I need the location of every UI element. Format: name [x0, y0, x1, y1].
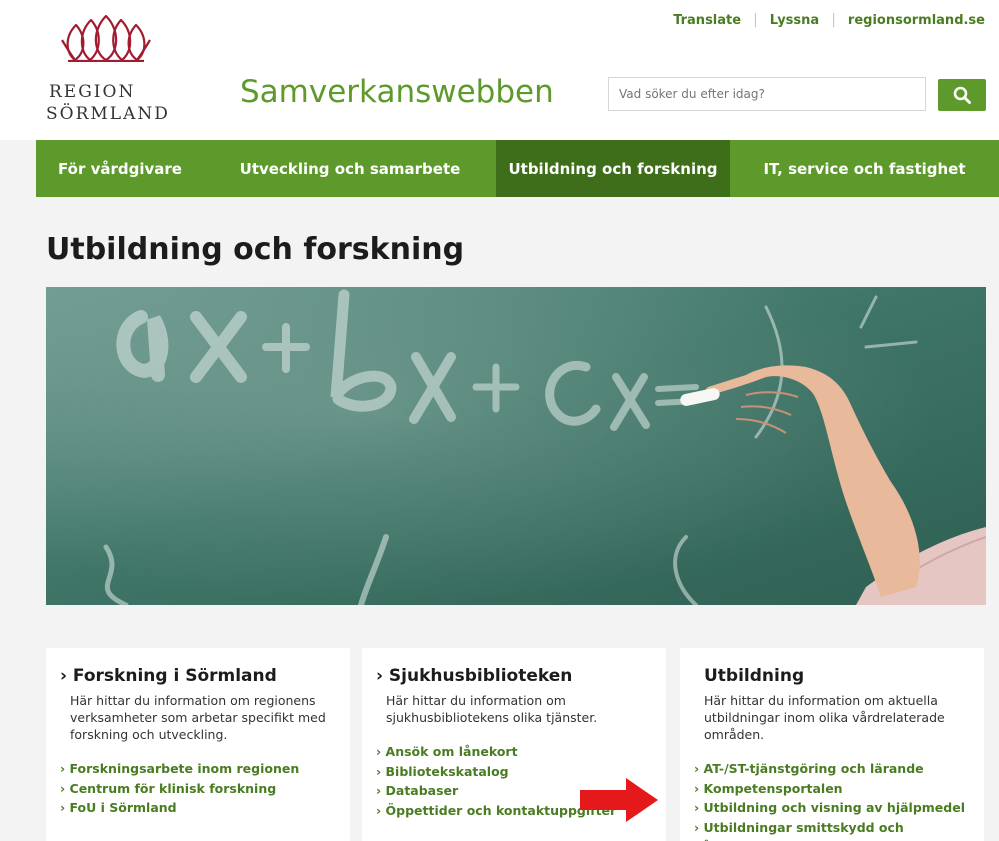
nav-item-utbildning-och-forskning[interactable]: Utbildning och forskning: [496, 140, 730, 197]
card-link[interactable]: Ansök om lånekort: [376, 742, 652, 762]
listen-link[interactable]: Lyssna: [770, 13, 819, 28]
card-link-list: Forskningsarbete inom regionen Centrum f…: [60, 759, 336, 818]
card-link[interactable]: Centrum för klinisk forskning: [60, 779, 336, 799]
card-title[interactable]: › Forskning i Sörmland: [60, 666, 336, 686]
main-navigation: För vårdgivare Utveckling och samarbete …: [36, 140, 999, 197]
regionsormland-link[interactable]: regionsormland.se: [848, 13, 985, 28]
card-forskning: › Forskning i Sörmland Här hittar du inf…: [46, 648, 350, 841]
search-input[interactable]: [608, 77, 926, 111]
card-description: Här hittar du information om regionens v…: [70, 693, 326, 742]
nav-item-for-vardgivare[interactable]: För vårdgivare: [36, 140, 204, 197]
card-title: Utbildning: [704, 666, 805, 686]
card-link[interactable]: Forskningsarbete inom regionen: [60, 759, 336, 779]
site-name[interactable]: Samverkanswebben: [240, 74, 554, 110]
logo-text-region: REGION: [49, 82, 136, 102]
red-arrow-icon: [580, 778, 658, 822]
top-links: Translate | Lyssna | regionsormland.se: [673, 12, 985, 28]
page-title: Utbildning och forskning: [46, 232, 465, 267]
region-logo[interactable]: REGION SÖRMLAND: [44, 10, 184, 130]
card-description: Här hittar du information om sjukhusbibl…: [386, 693, 598, 725]
nav-item-utveckling-och-samarbete[interactable]: Utveckling och samarbete: [204, 140, 496, 197]
card-link[interactable]: Kompetensportalen: [694, 779, 970, 799]
flower-logo-icon: [61, 14, 151, 62]
card-link[interactable]: FoU i Sörmland: [60, 798, 336, 818]
search-button[interactable]: [938, 79, 986, 111]
logo-text-sormland: SÖRMLAND: [46, 104, 170, 124]
site-header: Translate | Lyssna | regionsormland.se R…: [0, 0, 999, 140]
translate-link[interactable]: Translate: [673, 13, 741, 28]
hero-image: [46, 287, 986, 605]
card-title[interactable]: › Sjukhusbiblioteken: [376, 666, 652, 686]
card-link[interactable]: AT-/ST-tjänstgöring och lärande: [694, 759, 970, 779]
nav-item-it-service-och-fastighet[interactable]: IT, service och fastighet: [730, 140, 999, 197]
search-icon: [953, 86, 971, 104]
card-utbildning: Utbildning Här hittar du information om …: [680, 648, 984, 841]
card-link[interactable]: Utbildningar smittskydd och vårdhygien: [694, 818, 970, 841]
card-description: Här hittar du information om aktuella ut…: [704, 693, 945, 742]
divider: |: [831, 12, 836, 28]
divider: |: [753, 12, 758, 28]
card-link[interactable]: Utbildning och visning av hjälpmedel: [694, 798, 970, 818]
card-link-list: AT-/ST-tjänstgöring och lärande Kompeten…: [694, 759, 970, 841]
